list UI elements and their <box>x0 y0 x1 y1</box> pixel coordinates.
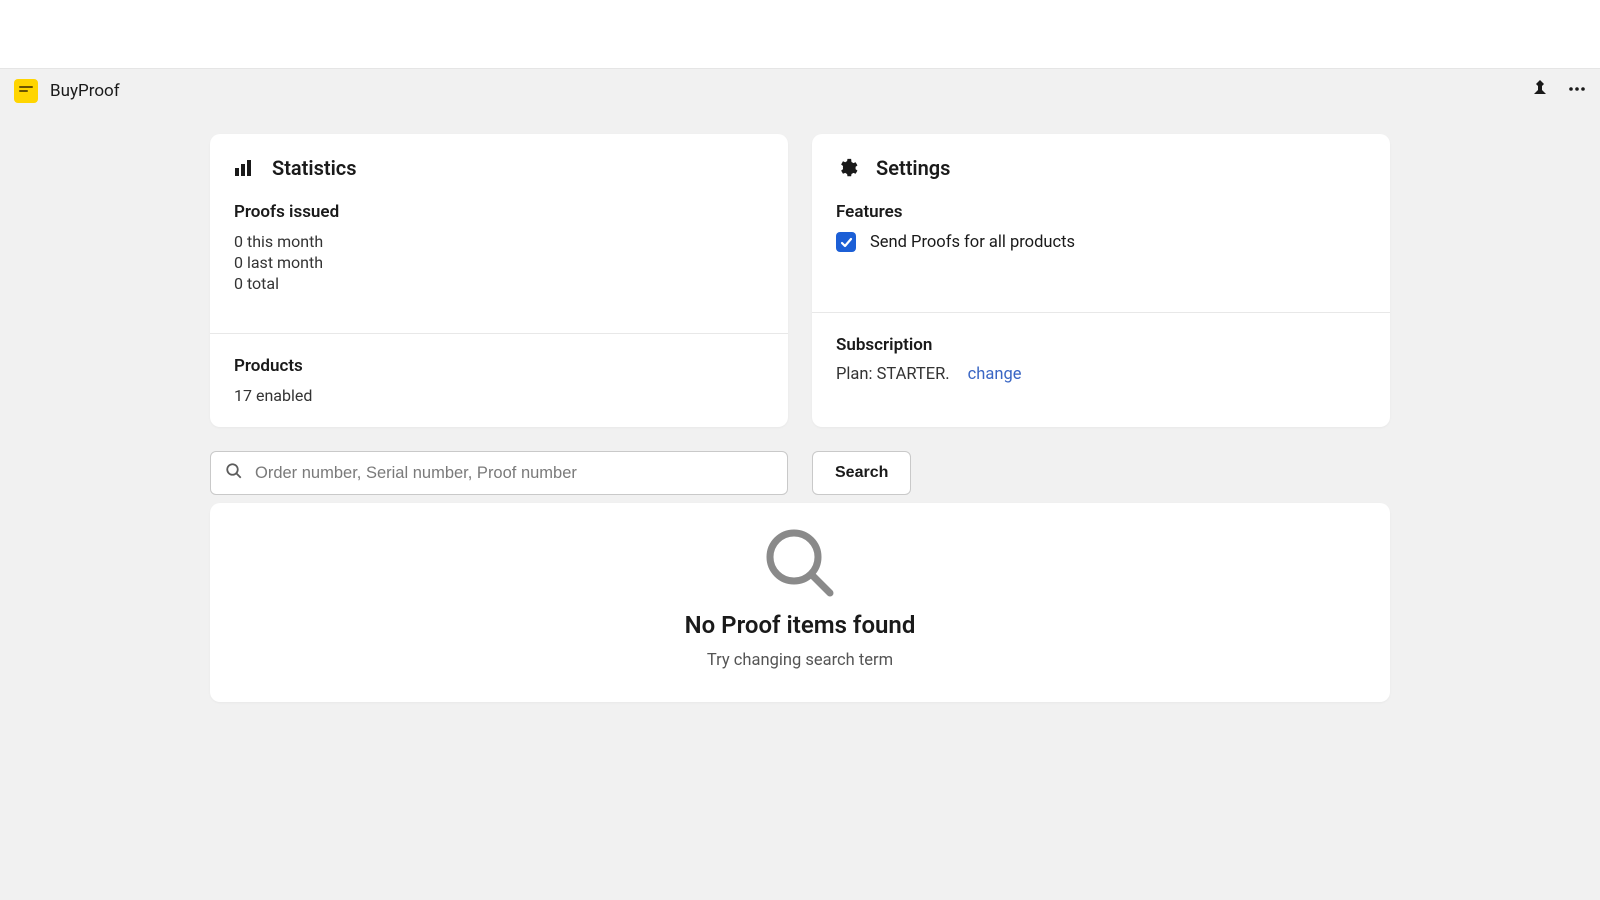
plan-text: Plan: STARTER. <box>836 365 950 384</box>
feature-send-proofs-checkbox[interactable] <box>836 232 856 252</box>
change-plan-link[interactable]: change <box>968 365 1022 384</box>
stat-total: 0 total <box>234 274 764 293</box>
stat-this-month: 0 this month <box>234 232 764 251</box>
search-field-wrapper[interactable] <box>210 451 788 495</box>
settings-title: Settings <box>876 156 950 180</box>
features-heading: Features <box>836 202 1366 222</box>
proofs-issued-heading: Proofs issued <box>234 202 764 222</box>
statistics-title: Statistics <box>272 156 357 180</box>
statistics-card: Statistics Proofs issued 0 this month 0 … <box>210 134 788 427</box>
magnifier-icon <box>234 525 1366 601</box>
app-title: BuyProof <box>50 81 120 101</box>
products-enabled: 17 enabled <box>234 386 764 405</box>
app-logo <box>14 79 38 103</box>
app-bar: BuyProof <box>0 68 1600 112</box>
products-heading: Products <box>234 356 764 376</box>
empty-state-card: No Proof items found Try changing search… <box>210 503 1390 702</box>
empty-subtitle: Try changing search term <box>234 651 1366 670</box>
search-input[interactable] <box>255 464 773 483</box>
empty-title: No Proof items found <box>234 611 1366 639</box>
feature-send-proofs-label: Send Proofs for all products <box>870 233 1075 252</box>
search-button[interactable]: Search <box>812 451 911 495</box>
gear-icon <box>836 157 858 179</box>
more-icon[interactable] <box>1568 80 1586 102</box>
pin-icon[interactable] <box>1532 80 1548 102</box>
bar-chart-icon <box>234 158 254 178</box>
search-icon <box>225 462 243 484</box>
settings-card: Settings Features Send Proofs for all pr… <box>812 134 1390 427</box>
subscription-heading: Subscription <box>836 335 1366 355</box>
stat-last-month: 0 last month <box>234 253 764 272</box>
